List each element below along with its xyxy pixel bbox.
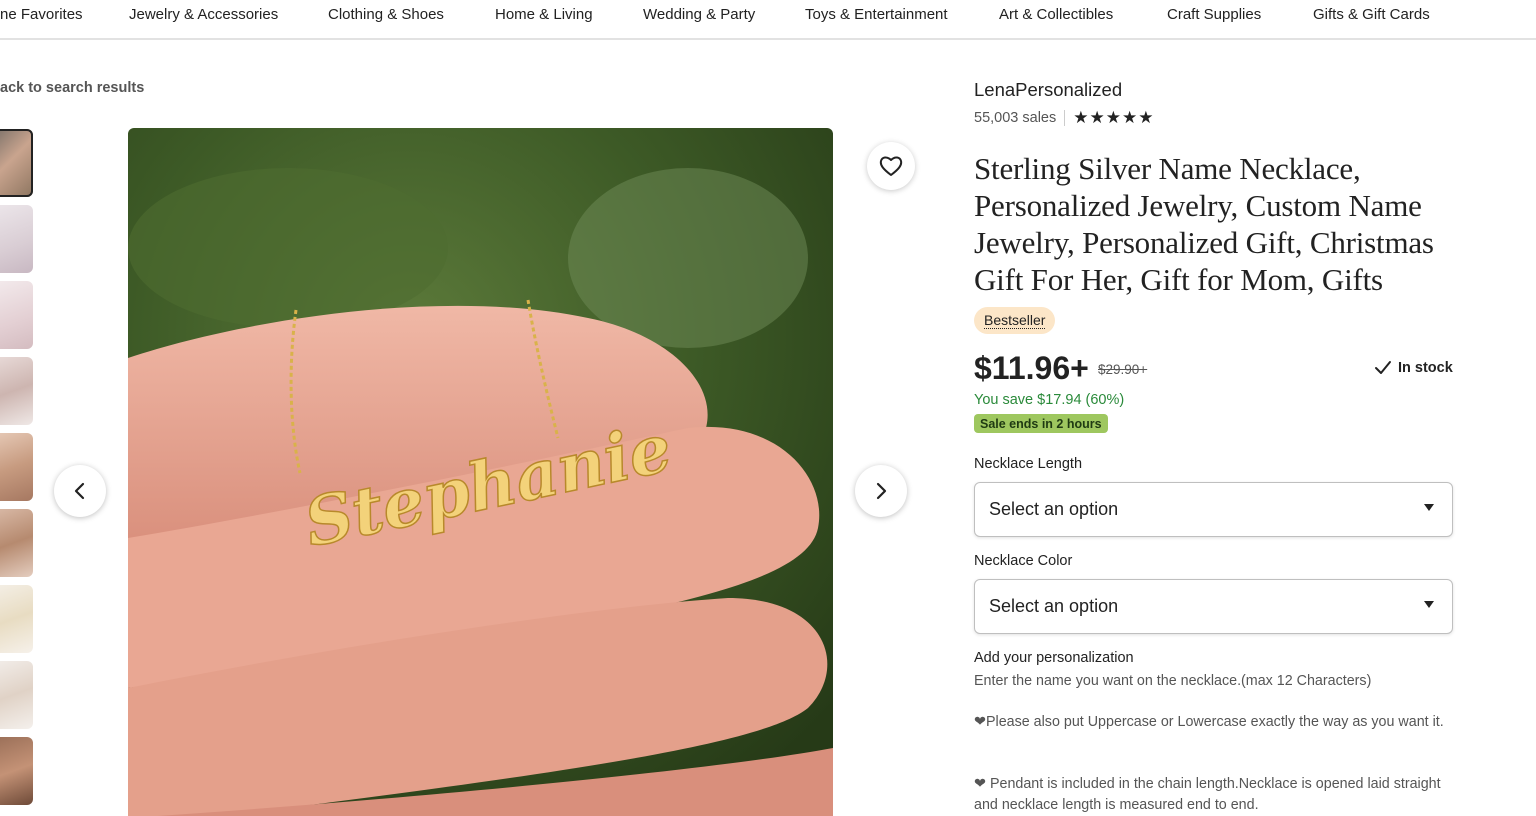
listing-title: Sterling Silver Name Necklace, Personali… — [974, 151, 1434, 297]
next-image-button[interactable] — [855, 465, 907, 517]
nav-item-craft-supplies[interactable]: Craft Supplies — [1167, 6, 1261, 23]
star-icon: ★ — [1121, 108, 1138, 127]
thumbnail-5[interactable] — [0, 433, 33, 501]
previous-image-button[interactable] — [54, 465, 106, 517]
thumbnail-4[interactable] — [0, 357, 33, 425]
personalization-instructions-2: ❤Please also put Uppercase or Lowercase … — [974, 714, 1444, 730]
personalization-instructions-1: Enter the name you want on the necklace.… — [974, 673, 1372, 689]
personalization-label: Add your personalization — [974, 650, 1134, 666]
necklace-color-value: Select an option — [989, 596, 1119, 616]
bestseller-badge-label: Bestseller — [984, 311, 1046, 329]
thumbnail-6[interactable] — [0, 509, 33, 577]
thumbnail-9[interactable] — [0, 737, 33, 805]
star-icon: ★ — [1073, 108, 1089, 127]
thumbnail-7[interactable] — [0, 585, 33, 653]
chevron-left-icon — [74, 482, 85, 500]
sale-ends-badge: Sale ends in 2 hours — [974, 414, 1108, 433]
original-price: $29.90+ — [1098, 362, 1148, 377]
current-price: $11.96+ — [974, 350, 1089, 386]
star-icon: ★ — [1138, 108, 1154, 127]
thumbnail-3[interactable] — [0, 281, 33, 349]
shop-sales-rating: 55,003 sales ★ ★ ★ ★ ★ — [974, 109, 1153, 126]
star-rating[interactable]: ★ ★ ★ ★ ★ — [1073, 109, 1153, 126]
nav-item-gifts-gift-cards[interactable]: Gifts & Gift Cards — [1313, 6, 1430, 23]
necklace-color-label: Necklace Color — [974, 553, 1073, 569]
caret-down-icon — [1424, 504, 1434, 511]
caret-down-icon — [1424, 601, 1434, 608]
nav-item-home-living[interactable]: Home & Living — [495, 6, 593, 23]
necklace-length-label: Necklace Length — [974, 456, 1083, 472]
nav-item-jewelry-accessories[interactable]: Jewelry & Accessories — [129, 6, 278, 23]
nav-item-toys-entertainment[interactable]: Toys & Entertainment — [805, 6, 948, 23]
star-icon: ★ — [1089, 108, 1105, 127]
savings-text: You save $17.94 (60%) — [974, 392, 1125, 408]
necklace-color-select[interactable]: Select an option — [974, 579, 1453, 634]
thumbnail-1[interactable] — [0, 129, 33, 197]
main-product-image[interactable]: Stephanie — [128, 128, 833, 816]
back-to-search-link[interactable]: ack to search results — [0, 80, 144, 96]
stock-status: In stock — [1374, 360, 1453, 376]
nav-item-art-collectibles[interactable]: Art & Collectibles — [999, 6, 1113, 23]
thumbnail-8[interactable] — [0, 661, 33, 729]
star-icon: ★ — [1105, 108, 1121, 127]
necklace-length-select[interactable]: Select an option — [974, 482, 1453, 537]
checkmark-icon — [1375, 361, 1391, 374]
bestseller-badge[interactable]: Bestseller — [974, 307, 1056, 334]
thumbnail-2[interactable] — [0, 205, 33, 273]
stock-status-label: In stock — [1398, 360, 1453, 376]
nav-item-favorites[interactable]: ne Favorites — [0, 6, 83, 23]
chevron-right-icon — [876, 482, 887, 500]
favorite-button[interactable] — [867, 142, 915, 190]
nav-item-clothing-shoes[interactable]: Clothing & Shoes — [328, 6, 444, 23]
nav-item-wedding-party[interactable]: Wedding & Party — [643, 6, 755, 23]
personalization-instructions-3: ❤ Pendant is included in the chain lengt… — [974, 776, 1441, 813]
shop-name-link[interactable]: LenaPersonalized — [974, 79, 1122, 101]
necklace-length-value: Select an option — [989, 499, 1119, 519]
divider — [1064, 109, 1066, 126]
shop-sales-count: 55,003 sales — [974, 109, 1057, 126]
category-nav: ne Favorites Jewelry & Accessories Cloth… — [0, 0, 1536, 40]
heart-icon — [879, 156, 903, 176]
